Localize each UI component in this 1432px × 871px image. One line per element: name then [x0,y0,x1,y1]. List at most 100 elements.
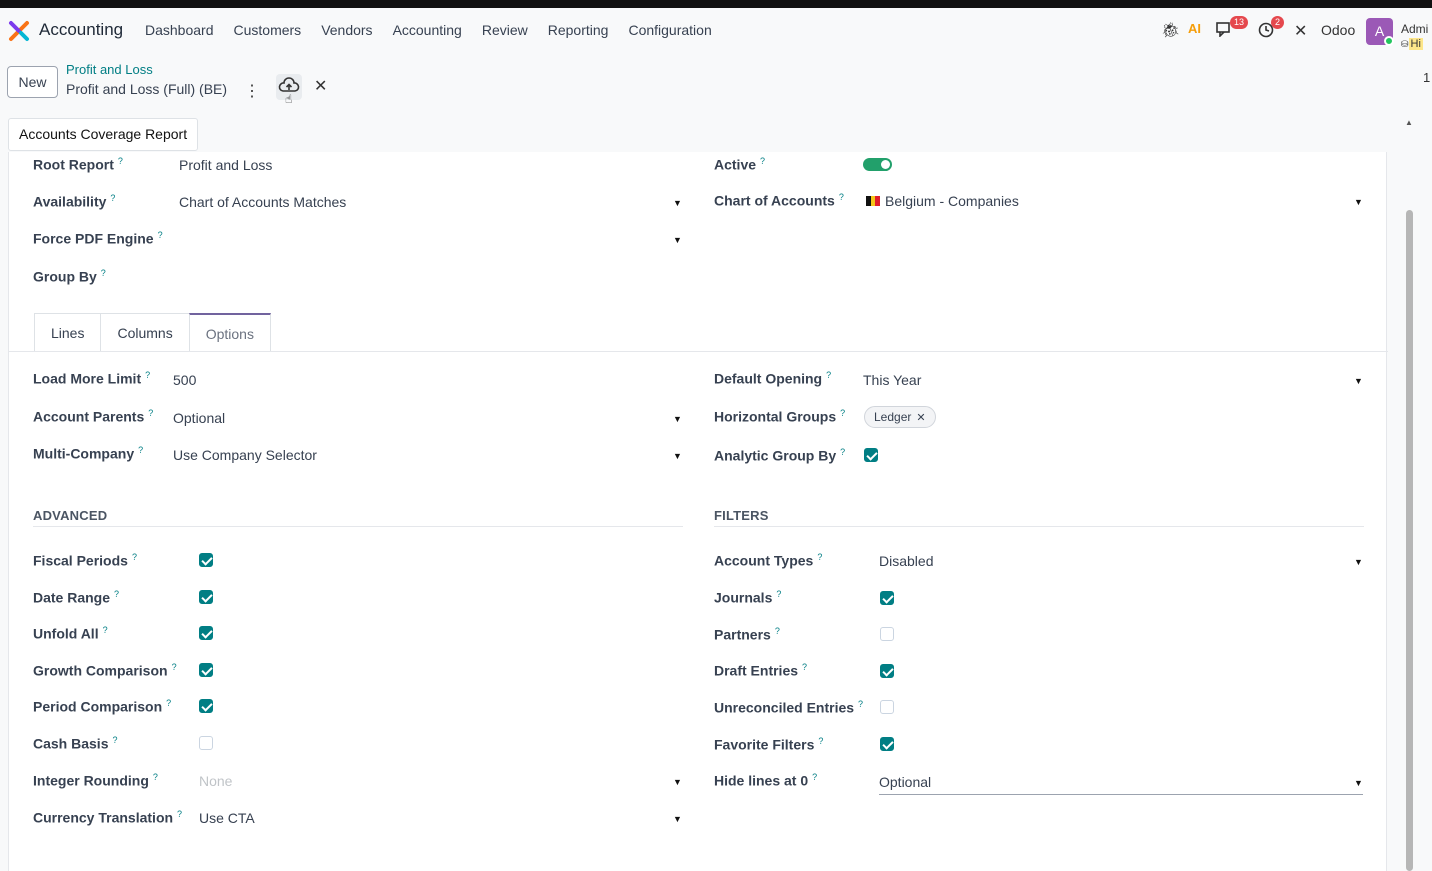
favorite-filters-checkbox[interactable] [880,737,894,751]
menu-accounting[interactable]: Accounting [393,22,462,38]
integer-rounding-dropdown-icon[interactable]: ▼ [673,777,682,787]
load-more-limit-label: Load More Limit? [33,370,151,387]
default-opening-label: Default Opening? [714,370,832,387]
accounting-app-icon[interactable] [8,20,30,42]
hide-lines-at-0-label: Hide lines at 0? [714,772,818,789]
account-types-label: Account Types? [714,552,823,569]
remove-tag-icon[interactable]: ✕ [916,412,925,424]
default-opening-dropdown-icon[interactable]: ▼ [1354,376,1363,386]
window-top-strip [0,0,1432,8]
draft-entries-label: Draft Entries? [714,662,808,679]
multi-company-label: Multi-Company? [33,445,144,462]
tab-columns[interactable]: Columns [100,313,190,351]
date-range-label: Date Range? [33,589,120,606]
currency-translation-field[interactable]: Use CTA [199,810,255,826]
accounts-coverage-report-button[interactable]: Accounts Coverage Report [8,118,199,151]
menu-review[interactable]: Review [482,22,528,38]
date-range-checkbox[interactable] [199,590,213,604]
active-toggle[interactable] [863,158,892,171]
user-name: Admi [1401,22,1429,36]
breadcrumb-parent[interactable]: Profit and Loss [66,62,153,77]
force-pdf-engine-label: Force PDF Engine? [33,230,163,247]
period-comparison-checkbox[interactable] [199,699,213,713]
analytic-group-by-label: Analytic Group By? [714,447,846,464]
chart-of-accounts-dropdown-icon[interactable]: ▼ [1354,197,1363,207]
breadcrumb-current: Profit and Loss (Full) (BE) [66,81,228,97]
analytic-group-by-checkbox[interactable] [864,448,878,462]
ai-icon[interactable]: AI [1188,21,1201,36]
form-sheet: Root Report? Profit and Loss Active? Ava… [8,152,1388,871]
availability-field[interactable]: Chart of Accounts Matches [179,194,346,210]
growth-comparison-checkbox[interactable] [199,663,213,677]
menu-dashboard[interactable]: Dashboard [145,22,214,38]
ledger-tag[interactable]: Ledger ✕ [864,406,936,428]
load-more-limit-field[interactable]: 500 [173,372,196,388]
pager-value[interactable]: 1 [1423,70,1430,85]
multi-company-dropdown-icon[interactable]: ▼ [673,451,682,461]
account-types-dropdown-icon[interactable]: ▼ [1354,557,1363,567]
user-menu[interactable]: Admi ⛁ Hi [1401,22,1428,51]
chart-of-accounts-label: Chart of Accounts? [714,192,844,209]
account-parents-field[interactable]: Optional [173,410,225,426]
bug-icon[interactable]: 🐞︎ [1161,21,1180,39]
default-opening-field[interactable]: This Year [863,372,921,388]
cash-basis-checkbox[interactable] [199,736,213,750]
currency-translation-label: Currency Translation? [33,809,183,826]
filters-section-rule [714,526,1364,527]
partners-checkbox[interactable] [880,627,894,641]
messages-badge: 13 [1230,16,1249,29]
unfold-all-checkbox[interactable] [199,626,213,640]
unreconciled-entries-checkbox[interactable] [880,700,894,714]
control-panel: New Profit and Loss Profit and Loss (Ful… [0,54,1432,114]
menu-vendors[interactable]: Vendors [321,22,372,38]
new-button[interactable]: New [7,66,58,98]
tools-icon[interactable]: ✕ [1294,21,1307,41]
notebook-tabs: Lines Columns Options [34,313,271,351]
force-pdf-engine-dropdown-icon[interactable]: ▼ [673,235,682,245]
draft-entries-checkbox[interactable] [880,664,894,678]
company-switcher[interactable]: Odoo [1321,22,1355,38]
scrollbar-thumb[interactable] [1406,210,1413,871]
scroll-up-arrow-icon[interactable]: ▲ [1405,118,1413,127]
group-by-label: Group By? [33,268,106,285]
account-types-field[interactable]: Disabled [879,553,933,569]
fiscal-periods-label: Fiscal Periods? [33,552,137,569]
hide-lines-at-0-field[interactable]: Optional [879,774,931,790]
unreconciled-entries-label: Unreconciled Entries? [714,699,864,716]
menu-reporting[interactable]: Reporting [548,22,609,38]
favorite-filters-label: Favorite Filters? [714,736,824,753]
cash-basis-label: Cash Basis? [33,735,118,752]
multi-company-field[interactable]: Use Company Selector [173,447,317,463]
integer-rounding-field[interactable]: None [199,773,232,789]
actions-menu-icon[interactable]: ⋮ [244,81,260,101]
belgium-flag-icon [866,196,881,206]
horizontal-groups-label: Horizontal Groups? [714,408,846,425]
growth-comparison-label: Growth Comparison? [33,662,177,679]
active-label: Active? [714,156,766,173]
advanced-section-rule [33,526,683,527]
journals-checkbox[interactable] [880,591,894,605]
availability-label: Availability? [33,193,116,210]
top-menu: Dashboard Customers Vendors Accounting R… [145,22,732,38]
app-name[interactable]: Accounting [39,20,123,40]
hide-lines-at-0-underline [879,794,1363,795]
advanced-section-title: ADVANCED [33,508,108,523]
tab-lines[interactable]: Lines [34,313,102,351]
partners-label: Partners? [714,626,780,643]
root-report-field[interactable]: Profit and Loss [179,157,272,173]
account-parents-label: Account Parents? [33,408,154,425]
mouse-cursor-icon: ☝︎ [285,92,293,106]
hide-lines-at-0-dropdown-icon[interactable]: ▼ [1354,778,1363,788]
chart-of-accounts-field[interactable]: Belgium - Companies [885,193,1019,209]
tab-options[interactable]: Options [188,313,271,351]
discard-icon[interactable]: ✕ [314,76,327,96]
menu-customers[interactable]: Customers [234,22,302,38]
menu-configuration[interactable]: Configuration [628,22,711,38]
database-name: Hi [1408,38,1423,50]
account-parents-dropdown-icon[interactable]: ▼ [673,414,682,424]
currency-translation-dropdown-icon[interactable]: ▼ [673,814,682,824]
fiscal-periods-checkbox[interactable] [199,553,213,567]
integer-rounding-label: Integer Rounding? [33,772,158,789]
availability-dropdown-icon[interactable]: ▼ [673,198,682,208]
main-navbar: Accounting Dashboard Customers Vendors A… [0,8,1432,54]
